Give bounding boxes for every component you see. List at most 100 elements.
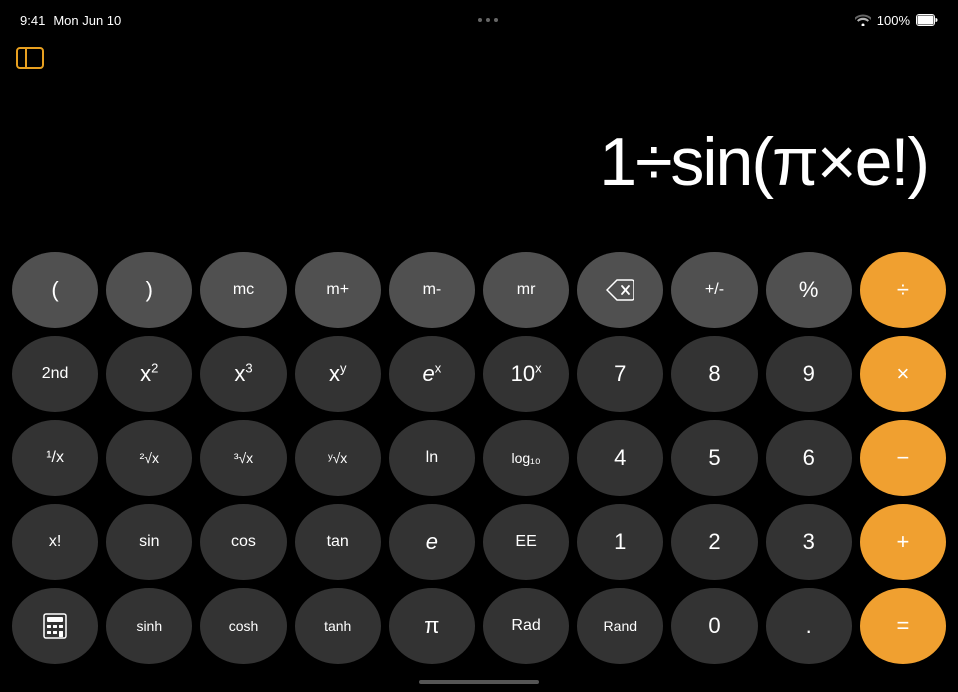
five-label: 5 xyxy=(708,445,720,471)
status-bar: 9:41 Mon Jun 10 100% xyxy=(0,0,958,36)
square-root-button[interactable]: ²√x xyxy=(106,420,192,496)
eight-label: 8 xyxy=(708,361,720,387)
battery-percent: 100% xyxy=(877,13,910,28)
cos-label: cos xyxy=(231,533,256,551)
six-button[interactable]: 6 xyxy=(766,420,852,496)
percent-label: % xyxy=(799,277,819,303)
backspace-icon xyxy=(606,279,634,301)
subtract-label: − xyxy=(896,445,909,471)
divide-button[interactable]: ÷ xyxy=(860,252,946,328)
calculator-mode-icon xyxy=(41,612,69,640)
x-cubed-button[interactable]: x3 xyxy=(200,336,286,412)
one-label: 1 xyxy=(614,529,626,555)
cube-root-label: ³√x xyxy=(234,450,253,466)
m-plus-button[interactable]: m+ xyxy=(295,252,381,328)
sin-button[interactable]: sin xyxy=(106,504,192,580)
status-right: 100% xyxy=(855,13,938,28)
subtract-button[interactable]: − xyxy=(860,420,946,496)
rad-label: Rad xyxy=(511,617,540,635)
close-paren-button[interactable]: ) xyxy=(106,252,192,328)
five-button[interactable]: 5 xyxy=(671,420,757,496)
eight-button[interactable]: 8 xyxy=(671,336,757,412)
e-to-x-label: ex xyxy=(423,361,442,387)
cos-button[interactable]: cos xyxy=(200,504,286,580)
x-to-y-label: xy xyxy=(329,361,347,387)
mr-button[interactable]: mr xyxy=(483,252,569,328)
ee-button[interactable]: EE xyxy=(483,504,569,580)
euler-button[interactable]: e xyxy=(389,504,475,580)
zero-label: 0 xyxy=(708,613,720,639)
status-time: 9:41 xyxy=(20,13,45,28)
log10-button[interactable]: log₁₀ xyxy=(483,420,569,496)
wifi-icon xyxy=(855,14,871,26)
backspace-button[interactable] xyxy=(577,252,663,328)
ln-label: ln xyxy=(426,449,438,467)
close-paren-label: ) xyxy=(146,277,153,303)
plus-minus-label: +/- xyxy=(705,281,724,299)
x-squared-button[interactable]: x2 xyxy=(106,336,192,412)
reciprocal-label: ¹/x xyxy=(46,449,64,467)
euler-label: e xyxy=(426,529,438,555)
cube-root-button[interactable]: ³√x xyxy=(200,420,286,496)
nine-label: 9 xyxy=(803,361,815,387)
sinh-button[interactable]: sinh xyxy=(106,588,192,664)
multiply-button[interactable]: × xyxy=(860,336,946,412)
open-paren-label: ( xyxy=(51,277,58,303)
plus-minus-button[interactable]: +/- xyxy=(671,252,757,328)
home-indicator xyxy=(419,680,539,684)
display-expression: 1÷sin(π×e!) xyxy=(599,125,928,200)
calculator-mode-button[interactable] xyxy=(12,588,98,664)
tan-button[interactable]: tan xyxy=(295,504,381,580)
ten-to-x-label: 10x xyxy=(511,361,542,387)
add-button[interactable]: + xyxy=(860,504,946,580)
two-label: 2 xyxy=(708,529,720,555)
e-to-x-button[interactable]: ex xyxy=(389,336,475,412)
pi-button[interactable]: π xyxy=(389,588,475,664)
four-button[interactable]: 4 xyxy=(577,420,663,496)
open-paren-button[interactable]: ( xyxy=(12,252,98,328)
three-button[interactable]: 3 xyxy=(766,504,852,580)
y-root-label: ʸ√x xyxy=(328,450,347,466)
nine-button[interactable]: 9 xyxy=(766,336,852,412)
x-to-y-button[interactable]: xy xyxy=(295,336,381,412)
zero-button[interactable]: 0 xyxy=(671,588,757,664)
tanh-label: tanh xyxy=(324,618,351,634)
m-plus-label: m+ xyxy=(326,281,349,299)
factorial-button[interactable]: x! xyxy=(12,504,98,580)
status-center-dots xyxy=(478,18,498,22)
second-label: 2nd xyxy=(42,365,69,383)
pi-label: π xyxy=(424,613,439,639)
tanh-button[interactable]: tanh xyxy=(295,588,381,664)
x-squared-label: x2 xyxy=(140,361,158,387)
log10-label: log₁₀ xyxy=(511,450,540,466)
four-label: 4 xyxy=(614,445,626,471)
divide-label: ÷ xyxy=(897,277,909,303)
factorial-label: x! xyxy=(49,533,61,551)
m-minus-button[interactable]: m- xyxy=(389,252,475,328)
rand-button[interactable]: Rand xyxy=(577,588,663,664)
add-label: + xyxy=(896,529,909,555)
reciprocal-button[interactable]: ¹/x xyxy=(12,420,98,496)
equals-label: = xyxy=(896,613,909,639)
decimal-label: . xyxy=(806,613,812,639)
cosh-button[interactable]: cosh xyxy=(200,588,286,664)
two-button[interactable]: 2 xyxy=(671,504,757,580)
ten-to-x-button[interactable]: 10x xyxy=(483,336,569,412)
mc-button[interactable]: mc xyxy=(200,252,286,328)
y-root-button[interactable]: ʸ√x xyxy=(295,420,381,496)
decimal-button[interactable]: . xyxy=(766,588,852,664)
equals-button[interactable]: = xyxy=(860,588,946,664)
x-cubed-label: x3 xyxy=(234,361,252,387)
one-button[interactable]: 1 xyxy=(577,504,663,580)
rad-button[interactable]: Rad xyxy=(483,588,569,664)
square-root-label: ²√x xyxy=(140,450,159,466)
seven-button[interactable]: 7 xyxy=(577,336,663,412)
ee-label: EE xyxy=(515,533,536,551)
button-grid: ( ) mc m+ m- mr +/- % xyxy=(12,252,946,664)
status-date: Mon Jun 10 xyxy=(53,13,121,28)
second-button[interactable]: 2nd xyxy=(12,336,98,412)
percent-button[interactable]: % xyxy=(766,252,852,328)
ln-button[interactable]: ln xyxy=(389,420,475,496)
six-label: 6 xyxy=(803,445,815,471)
m-minus-label: m- xyxy=(423,281,442,299)
